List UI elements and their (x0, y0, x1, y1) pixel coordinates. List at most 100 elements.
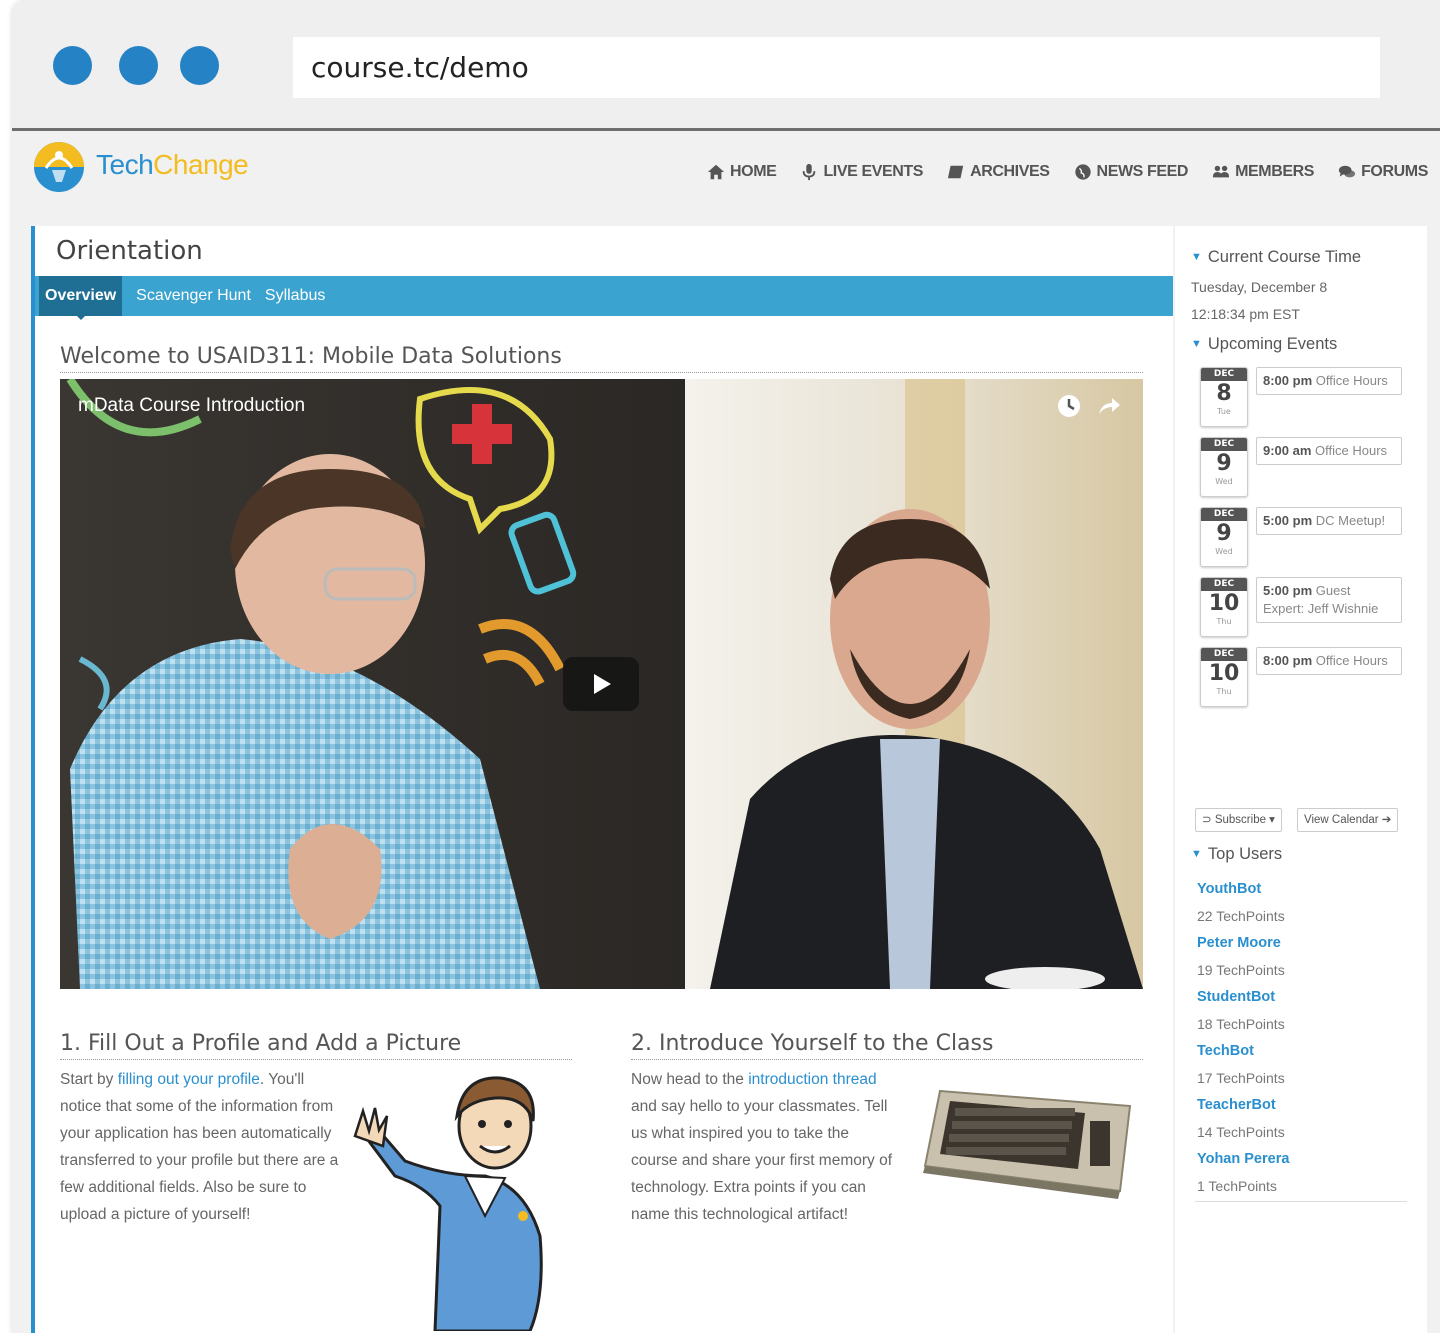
video-player[interactable]: mData Course Introduction (60, 379, 1143, 989)
introduction-thread-link[interactable]: introduction thread (748, 1071, 876, 1088)
chat-icon (1338, 165, 1356, 178)
brand-part-change: Change (153, 149, 249, 180)
subscribe-button[interactable]: ⊃ Subscribe ▾ (1195, 808, 1282, 832)
tab-bar: Overview Scavenger Hunt Syllabus (35, 276, 1173, 320)
event-day: 9 (1216, 451, 1232, 476)
play-button[interactable] (563, 657, 639, 711)
event-title: Office Hours (1315, 653, 1388, 668)
window-dot-maximize[interactable] (180, 46, 219, 85)
microphone-icon (803, 163, 816, 181)
event-day: 10 (1208, 661, 1240, 686)
top-user-name[interactable]: TeacherBot (1197, 1097, 1276, 1113)
event-item[interactable]: DEC 9 Wed 5:00 pm DC Meetup! (1200, 507, 1410, 569)
caret-down-icon: ▾ (1265, 814, 1275, 826)
event-month: DEC (1201, 508, 1247, 521)
event-day: 10 (1208, 591, 1240, 616)
brand-name[interactable]: TechChange (96, 149, 249, 181)
caret-down-icon: ▼ (1191, 251, 1202, 263)
top-user-name[interactable]: YouthBot (1197, 881, 1261, 897)
cartoon-mascot-image (353, 1076, 543, 1331)
event-item[interactable]: DEC 9 Wed 9:00 am Office Hours (1200, 437, 1410, 499)
event-weekday: Thu (1216, 617, 1232, 626)
top-user-name[interactable]: TechBot (1197, 1043, 1254, 1059)
event-title: Office Hours (1315, 373, 1388, 388)
nav-forums-label: FORUMS (1361, 163, 1428, 180)
nav-news-feed[interactable]: NEWS FEED (1074, 163, 1189, 181)
nav-home[interactable]: HOME (707, 163, 777, 181)
event-details: 5:00 pm DC Meetup! (1256, 507, 1402, 535)
event-day: 8 (1216, 381, 1232, 406)
clock-icon[interactable] (1056, 393, 1082, 419)
profile-link[interactable]: filling out your profile (118, 1071, 260, 1088)
top-user-points: 18 TechPoints (1197, 1016, 1285, 1032)
vintage-computer-image (923, 1089, 1132, 1199)
browser-window: course.tc/demo TechChange HOME LIVE EVEN… (12, 0, 1440, 1333)
event-details: 9:00 am Office Hours (1256, 437, 1402, 465)
caret-down-icon: ▼ (1191, 848, 1202, 860)
event-item[interactable]: DEC 8 Tue 8:00 pm Office Hours (1200, 367, 1410, 429)
event-weekday: Tue (1217, 407, 1231, 416)
view-calendar-button[interactable]: View Calendar ➔ (1297, 808, 1399, 832)
top-user-points: 19 TechPoints (1197, 962, 1285, 978)
event-weekday: Wed (1215, 477, 1233, 486)
event-weekday: Wed (1215, 547, 1233, 556)
course-time-heading[interactable]: ▼ Current Course Time (1191, 248, 1361, 267)
nav-news-feed-label: NEWS FEED (1096, 163, 1189, 180)
video-title: mData Course Introduction (78, 395, 306, 416)
event-month: DEC (1201, 438, 1247, 451)
home-icon (707, 164, 725, 180)
welcome-heading: Welcome to USAID311: Mobile Data Solutio… (60, 344, 1143, 373)
page-title: Orientation (56, 236, 203, 266)
nav-live-events-label: LIVE EVENTS (823, 163, 924, 180)
top-user-name[interactable]: Peter Moore (1197, 935, 1281, 951)
event-details: 8:00 pm Office Hours (1256, 647, 1402, 675)
calendar-date-icon: DEC 9 Wed (1200, 437, 1248, 497)
event-time: 8:00 pm (1263, 373, 1313, 388)
event-time: 8:00 pm (1263, 653, 1313, 668)
step2-text-after: and say hello to your classmates. Tell u… (631, 1098, 893, 1223)
calendar-date-icon: DEC 10 Thu (1200, 647, 1248, 707)
window-dot-close[interactable] (53, 46, 92, 85)
course-time-heading-label: Current Course Time (1207, 248, 1362, 266)
event-title: DC Meetup! (1315, 513, 1386, 528)
arrow-right-icon: ➔ (1378, 814, 1392, 826)
top-users-heading[interactable]: ▼ Top Users (1191, 845, 1282, 864)
event-time: 9:00 am (1263, 443, 1312, 458)
nav-archives-label: ARCHIVES (970, 163, 1050, 180)
event-title: Office Hours (1315, 443, 1388, 458)
address-bar[interactable]: course.tc/demo (293, 37, 1380, 98)
upcoming-events-heading[interactable]: ▼ Upcoming Events (1191, 335, 1337, 354)
event-day: 9 (1216, 521, 1232, 546)
tab-scavenger-hunt[interactable]: Scavenger Hunt (136, 287, 251, 305)
nav-archives[interactable]: ARCHIVES (947, 163, 1050, 181)
tab-overview[interactable]: Overview (39, 276, 123, 320)
techchange-logo-icon[interactable] (32, 140, 88, 192)
users-icon (1212, 165, 1230, 178)
nav-members[interactable]: MEMBERS (1212, 163, 1314, 181)
event-details: 8:00 pm Office Hours (1256, 367, 1402, 395)
rss-icon: ⊃ (1202, 814, 1215, 826)
event-item[interactable]: DEC 10 Thu 8:00 pm Office Hours (1200, 647, 1410, 709)
nav-forums[interactable]: FORUMS (1338, 163, 1428, 181)
current-time: 12:18:34 pm EST (1191, 306, 1300, 322)
top-user-points: 1 TechPoints (1197, 1178, 1277, 1194)
event-details: 5:00 pm Guest Expert: Jeff Wishnie (1256, 577, 1402, 623)
tab-syllabus[interactable]: Syllabus (265, 287, 325, 305)
top-user-name[interactable]: StudentBot (1197, 989, 1275, 1005)
top-user-points: 14 TechPoints (1197, 1124, 1285, 1140)
view-calendar-label: View Calendar (1304, 814, 1379, 826)
top-user-name[interactable]: Yohan Perera (1197, 1151, 1289, 1167)
calendar-date-icon: DEC 10 Thu (1200, 577, 1248, 637)
nav-live-events[interactable]: LIVE EVENTS (800, 163, 923, 181)
share-icon[interactable] (1096, 393, 1122, 419)
event-weekday: Thu (1216, 687, 1232, 696)
event-time: 5:00 pm (1263, 513, 1313, 528)
main-panel: Orientation Overview Scavenger Hunt Syll… (31, 226, 1173, 1333)
globe-icon (1074, 164, 1091, 180)
top-user-points: 17 TechPoints (1197, 1070, 1285, 1086)
top-user-points: 22 TechPoints (1197, 908, 1285, 924)
sidebar: ▼ Current Course Time Tuesday, December 8… (1175, 226, 1427, 1333)
nav-home-label: HOME (730, 163, 777, 180)
window-dot-minimize[interactable] (119, 46, 158, 85)
event-item[interactable]: DEC 10 Thu 5:00 pm Guest Expert: Jeff Wi… (1200, 577, 1410, 639)
